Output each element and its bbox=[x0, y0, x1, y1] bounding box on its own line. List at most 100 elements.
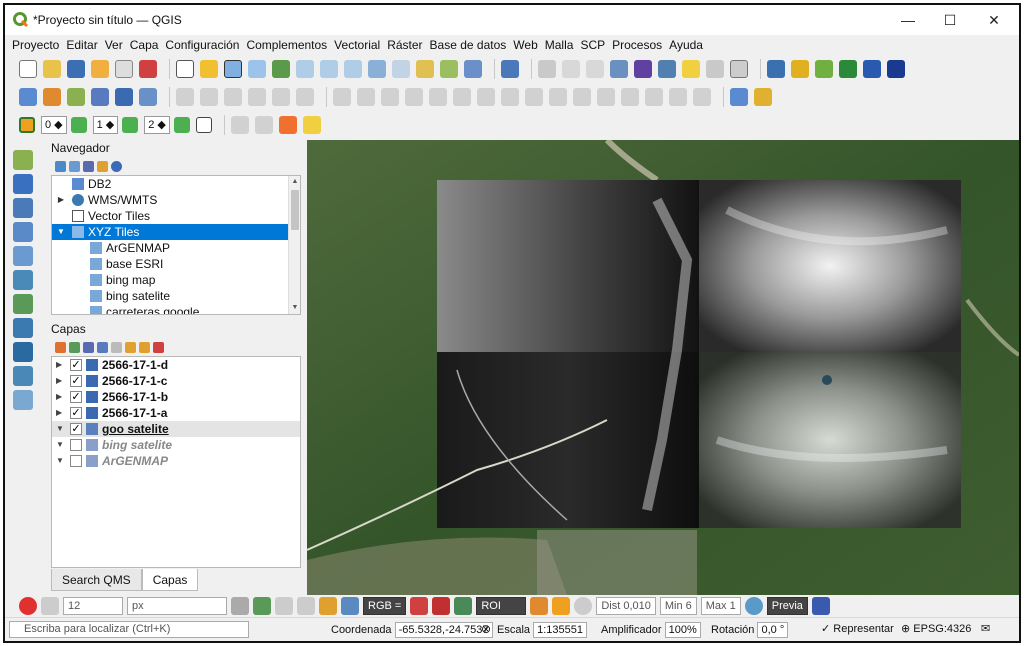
menu-capa[interactable]: Capa bbox=[130, 38, 159, 52]
save-project-icon[interactable] bbox=[67, 60, 85, 78]
menu-web[interactable]: Web bbox=[513, 38, 537, 52]
trace-icon[interactable] bbox=[253, 597, 271, 615]
menu-configuracion[interactable]: Configuración bbox=[165, 38, 239, 52]
select-by-expression-icon[interactable] bbox=[302, 116, 321, 134]
scp-icon[interactable] bbox=[887, 60, 905, 78]
show-bookmarks-icon[interactable] bbox=[440, 60, 458, 78]
filter-legend-icon[interactable] bbox=[97, 341, 108, 353]
settings-gear-icon[interactable] bbox=[610, 60, 628, 78]
close-button[interactable]: ✕ bbox=[971, 5, 1017, 35]
print-layout-icon[interactable] bbox=[115, 60, 133, 78]
add-raster-layer-icon[interactable] bbox=[13, 174, 33, 194]
digitize-tool-15-icon[interactable] bbox=[669, 88, 687, 106]
add-selected-icon[interactable] bbox=[55, 160, 66, 172]
zoom-next-icon[interactable] bbox=[392, 60, 410, 78]
expand-arrow-icon[interactable]: ▶ bbox=[56, 373, 66, 389]
python-console-icon[interactable] bbox=[767, 60, 785, 78]
rgb-selector[interactable]: RGB = bbox=[363, 597, 407, 615]
add-mesh-layer-icon[interactable] bbox=[13, 198, 33, 218]
georeferencer-icon[interactable] bbox=[730, 88, 748, 106]
layer-row[interactable]: ▼ bing satelite bbox=[52, 437, 300, 453]
add-delimited-icon[interactable] bbox=[115, 88, 133, 106]
menu-complementos[interactable]: Complementos bbox=[246, 38, 327, 52]
snapping-options-icon[interactable] bbox=[41, 597, 59, 615]
tree-item-wms[interactable]: ▶ WMS/WMTS bbox=[52, 192, 300, 208]
menu-ayuda[interactable]: Ayuda bbox=[669, 38, 703, 52]
topology-icon[interactable] bbox=[231, 597, 249, 615]
band-spin-3[interactable]: 2 ◆ bbox=[144, 116, 170, 134]
expand-arrow-icon[interactable]: ▶ bbox=[56, 405, 66, 421]
tree-item-vector-tiles[interactable]: Vector Tiles bbox=[52, 208, 300, 224]
layer-row[interactable]: ▶ ✓ 2566-17-1-b bbox=[52, 389, 300, 405]
qms-icon[interactable] bbox=[815, 60, 833, 78]
dist-field[interactable]: Dist 0,010 bbox=[596, 597, 656, 615]
tree-item-db2[interactable]: DB2 bbox=[52, 176, 300, 192]
deselect-icon[interactable] bbox=[278, 116, 297, 134]
menu-editar[interactable]: Editar bbox=[66, 38, 97, 52]
layer-row[interactable]: ▼ ✓ goo satelite bbox=[52, 421, 300, 437]
maximize-button[interactable]: ☐ bbox=[927, 5, 973, 35]
tree-item-bing-satelite[interactable]: bing satelite bbox=[52, 288, 300, 304]
plugin-icon[interactable] bbox=[791, 60, 809, 78]
collapse-arrow-icon[interactable]: ▼ bbox=[56, 421, 66, 437]
tree-item-bing-map[interactable]: bing map bbox=[52, 272, 300, 288]
next-arrow-2-icon[interactable] bbox=[122, 117, 139, 133]
menu-raster[interactable]: Ráster bbox=[387, 38, 422, 52]
digitize-tool-11-icon[interactable] bbox=[573, 88, 591, 106]
map-canvas[interactable] bbox=[307, 140, 1019, 595]
render-toggle[interactable]: ✓ Representar bbox=[821, 622, 894, 635]
niwa-icon[interactable] bbox=[863, 60, 881, 78]
terrain-icon[interactable] bbox=[839, 60, 857, 78]
map-render[interactable] bbox=[307, 140, 1019, 595]
tab-search-qms[interactable]: Search QMS bbox=[51, 569, 142, 591]
new-project-icon[interactable] bbox=[19, 60, 37, 78]
menu-ver[interactable]: Ver bbox=[105, 38, 123, 52]
intersection-icon[interactable] bbox=[275, 597, 293, 615]
rgb-view-icon[interactable] bbox=[195, 117, 212, 133]
digitize-tool-2-icon[interactable] bbox=[357, 88, 375, 106]
zoom-out-icon[interactable] bbox=[248, 60, 266, 78]
zoom-layer-icon[interactable] bbox=[320, 60, 338, 78]
layer-visibility-checkbox[interactable]: ✓ bbox=[70, 359, 82, 371]
digitize-tool-14-icon[interactable] bbox=[645, 88, 663, 106]
menu-procesos[interactable]: Procesos bbox=[612, 38, 662, 52]
digitize-tool-16-icon[interactable] bbox=[693, 88, 711, 106]
vertex-tool-icon[interactable] bbox=[272, 88, 290, 106]
roi-pointer-icon[interactable] bbox=[530, 597, 549, 615]
identify-icon[interactable] bbox=[538, 60, 556, 78]
locator-search-input[interactable]: Escriba para localizar (Ctrl+K) bbox=[9, 621, 249, 638]
open-project-icon[interactable] bbox=[43, 60, 61, 78]
messages-icon[interactable]: ✉ bbox=[981, 622, 990, 635]
digitize-tool-9-icon[interactable] bbox=[525, 88, 543, 106]
digitize-tool-4-icon[interactable] bbox=[405, 88, 423, 106]
band-spin-2[interactable]: 1 ◆ bbox=[92, 116, 119, 134]
toggle-edit-icon[interactable] bbox=[200, 88, 218, 106]
delete-icon[interactable] bbox=[296, 88, 314, 106]
band-set-icon[interactable] bbox=[19, 117, 35, 133]
layer-style-icon[interactable] bbox=[55, 341, 66, 353]
digitize-icon[interactable] bbox=[91, 88, 109, 106]
add-virtual-layer-icon[interactable] bbox=[13, 390, 33, 410]
layer-row[interactable]: ▶ ✓ 2566-17-1-c bbox=[52, 373, 300, 389]
tab-capas[interactable]: Capas bbox=[141, 569, 199, 591]
add-point-cloud-icon[interactable] bbox=[13, 222, 33, 242]
mouse-coord-icon[interactable]: ⊗ bbox=[481, 622, 491, 636]
scp-input-icon[interactable] bbox=[319, 597, 337, 615]
max-field[interactable]: Max 1 bbox=[700, 597, 741, 615]
add-wfs-icon[interactable] bbox=[13, 342, 33, 362]
layer-visibility-checkbox[interactable] bbox=[70, 455, 82, 467]
data-source-manager-icon[interactable] bbox=[19, 88, 37, 106]
digitize-tool-6-icon[interactable] bbox=[453, 88, 471, 106]
map-tips-icon[interactable] bbox=[682, 60, 700, 78]
zoom-roi-icon[interactable] bbox=[454, 597, 473, 615]
collapse-all-icon[interactable] bbox=[139, 341, 150, 353]
new-bookmark-icon[interactable] bbox=[416, 60, 434, 78]
self-snap-icon[interactable] bbox=[297, 597, 315, 615]
add-vector-icon[interactable] bbox=[67, 88, 85, 106]
preview-button[interactable]: Previa bbox=[766, 597, 808, 615]
filter-icon[interactable] bbox=[83, 160, 94, 172]
digitize-tool-1-icon[interactable] bbox=[333, 88, 351, 106]
digitize-tool-13-icon[interactable] bbox=[621, 88, 639, 106]
menu-scp[interactable]: SCP bbox=[580, 38, 605, 52]
scroll-down-icon[interactable]: ▼ bbox=[289, 302, 300, 314]
